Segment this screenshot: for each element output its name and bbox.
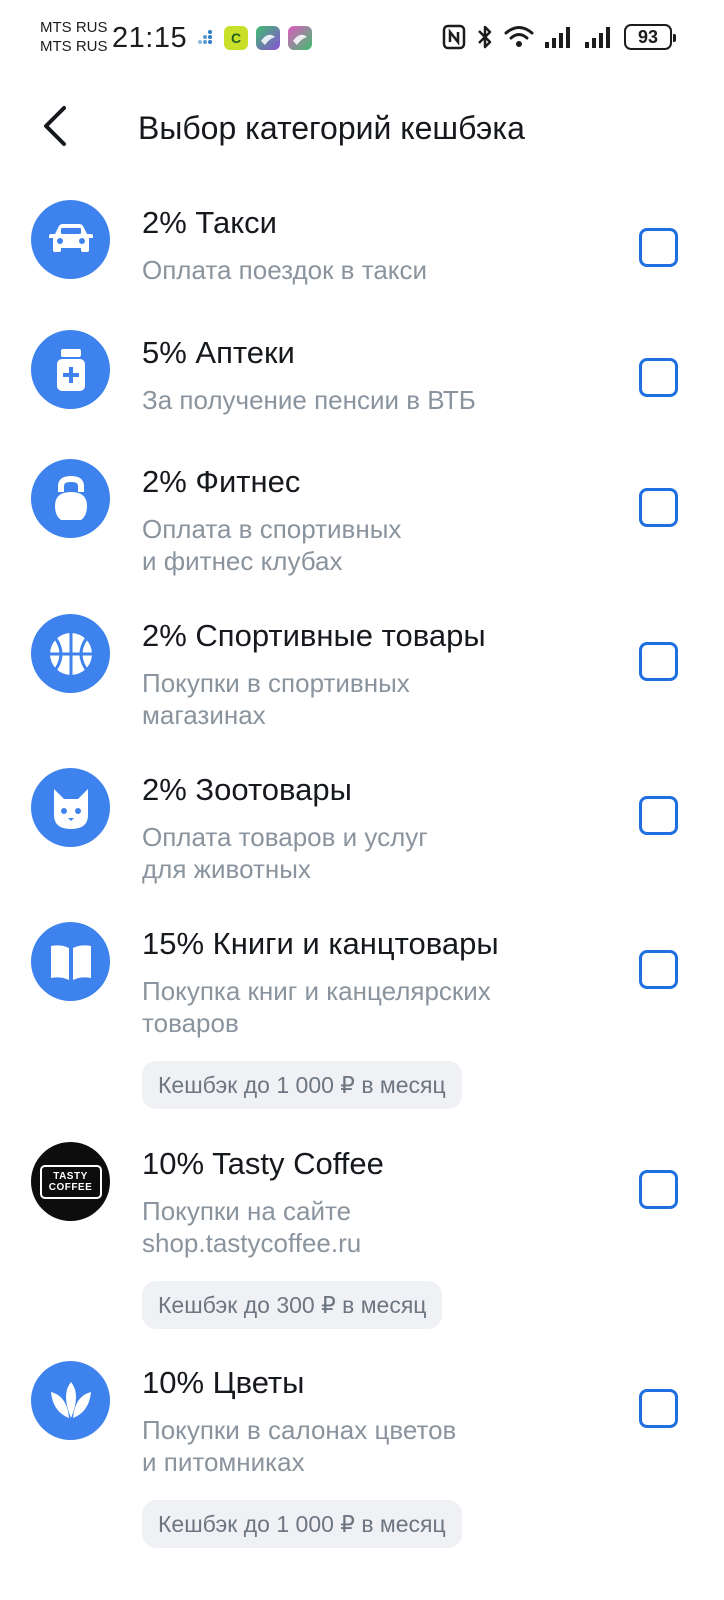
wifi-icon — [504, 26, 534, 47]
page-header: Выбор категорий кешбэка — [0, 90, 724, 162]
notification-icons: C — [196, 26, 312, 50]
book-icon — [50, 944, 91, 980]
category-checkbox-fitness[interactable] — [639, 488, 678, 527]
chevron-left-icon — [44, 106, 66, 146]
flowers-category-icon — [31, 1361, 110, 1440]
category-checkbox-tasty-coffee[interactable] — [639, 1170, 678, 1209]
category-checkbox-pharmacy[interactable] — [639, 358, 678, 397]
category-description-line: для животных — [142, 854, 311, 884]
medicine-bottle-icon — [56, 348, 85, 391]
logo-text-line: COFFEE — [48, 1181, 93, 1193]
car-icon — [48, 223, 93, 252]
category-title: 2% Спортивные товары — [142, 618, 486, 653]
nfc-icon — [442, 24, 466, 50]
category-text: 2% Зоотовары Оплата товаров и услуг для … — [142, 771, 612, 885]
category-description-line: товаров — [142, 1008, 239, 1038]
category-text: 2% Такси Оплата поездок в такси — [142, 204, 612, 286]
category-description-line: и фитнес клубах — [142, 546, 343, 576]
pet-goods-category-icon — [31, 768, 110, 847]
system-icons: 93 — [442, 24, 676, 50]
category-description-line: и питомниках — [142, 1447, 305, 1477]
category-description: Покупки в спортивных магазинах — [142, 667, 612, 731]
category-checkbox-flowers[interactable] — [639, 1389, 678, 1428]
taxi-category-icon — [31, 200, 110, 279]
back-button[interactable] — [28, 98, 84, 154]
category-text: 2% Фитнес Оплата в спортивных и фитнес к… — [142, 463, 612, 577]
category-checkbox-pet-goods[interactable] — [639, 796, 678, 835]
app-game-notification-icon — [256, 26, 280, 50]
tasty-coffee-logo: TASTY COFFEE — [31, 1142, 110, 1221]
category-title: 2% Зоотовары — [142, 772, 352, 807]
books-category-icon — [31, 922, 110, 1001]
category-description: Покупки в салонах цветов и питомниках — [142, 1414, 612, 1478]
category-description: Покупки на сайте shop.tastycoffee.ru — [142, 1195, 612, 1259]
bluetooth-icon — [478, 25, 492, 49]
category-text: 5% Аптеки За получение пенсии в ВТБ — [142, 334, 612, 416]
category-description-line: За получение пенсии в ВТБ — [142, 385, 476, 415]
carrier-names: MTS RUS MTS RUS — [40, 18, 108, 56]
page-title: Выбор категорий кешбэка — [138, 110, 525, 146]
category-text: 15% Книги и канцтовары Покупка книг и ка… — [142, 925, 612, 1109]
carrier-2: MTS RUS — [40, 38, 108, 55]
basketball-icon — [49, 632, 92, 675]
category-description: Оплата поездок в такси — [142, 254, 612, 286]
battery-indicator: 93 — [624, 24, 676, 50]
pharmacy-category-icon — [31, 330, 110, 409]
flower-icon — [50, 1381, 91, 1418]
category-title: 5% Аптеки — [142, 335, 295, 370]
category-description-line: shop.tastycoffee.ru — [142, 1228, 362, 1258]
category-description-line: магазинах — [142, 700, 266, 730]
category-description: Оплата в спортивных и фитнес клубах — [142, 513, 612, 577]
category-title: 15% Книги и канцтовары — [142, 926, 499, 961]
category-checkbox-books[interactable] — [639, 950, 678, 989]
status-time: 21:15 — [112, 22, 188, 54]
cashback-limit-badge: Кешбэк до 300 ₽ в месяц — [142, 1281, 443, 1329]
category-description: Оплата товаров и услуг для животных — [142, 821, 612, 885]
cashback-limit-badge: Кешбэк до 1 000 ₽ в месяц — [142, 1061, 462, 1109]
signal-2-icon — [585, 27, 610, 48]
category-title: 2% Такси — [142, 205, 277, 240]
category-title: 2% Фитнес — [142, 464, 301, 499]
fitness-category-icon — [31, 459, 110, 538]
category-checkbox-taxi[interactable] — [639, 228, 678, 267]
tasty-coffee-logo-mark: TASTY COFFEE — [39, 1164, 102, 1199]
cat-icon — [53, 788, 88, 829]
category-title: 10% Tasty Coffee — [142, 1146, 384, 1181]
carrier-1: MTS RUS — [40, 19, 108, 36]
signal-1-icon — [545, 27, 570, 48]
category-description: Покупка книг и канцелярских товаров — [142, 975, 612, 1039]
dots-notification-icon — [198, 30, 212, 44]
category-text: 2% Спортивные товары Покупки в спортивны… — [142, 617, 612, 731]
sport-goods-category-icon — [31, 614, 110, 693]
category-description-line: Покупки на сайте — [142, 1196, 352, 1226]
category-description-line: Покупки в спортивных — [142, 668, 410, 698]
logo-text-line: TASTY — [53, 1170, 88, 1182]
category-description-line: Оплата товаров и услуг — [142, 822, 428, 852]
category-description-line: Покупка книг и канцелярских — [142, 976, 491, 1006]
status-bar: MTS RUS MTS RUS 21:15 C 93 — [0, 0, 724, 78]
kettlebell-icon — [54, 475, 87, 520]
category-checkbox-sport-goods[interactable] — [639, 642, 678, 681]
category-description: За получение пенсии в ВТБ — [142, 384, 612, 416]
cashback-limit-badge: Кешбэк до 1 000 ₽ в месяц — [142, 1500, 462, 1548]
category-description-line: Покупки в салонах цветов — [142, 1415, 457, 1445]
category-title: 10% Цветы — [142, 1365, 305, 1400]
category-description-line: Оплата в спортивных — [142, 514, 402, 544]
app-game-notification-icon-2 — [288, 26, 312, 50]
category-description-line: Оплата поездок в такси — [142, 255, 427, 285]
category-text: 10% Цветы Покупки в салонах цветов и пит… — [142, 1364, 612, 1548]
category-text: 10% Tasty Coffee Покупки на сайте shop.t… — [142, 1145, 612, 1329]
app-c-notification-icon: C — [224, 26, 248, 50]
